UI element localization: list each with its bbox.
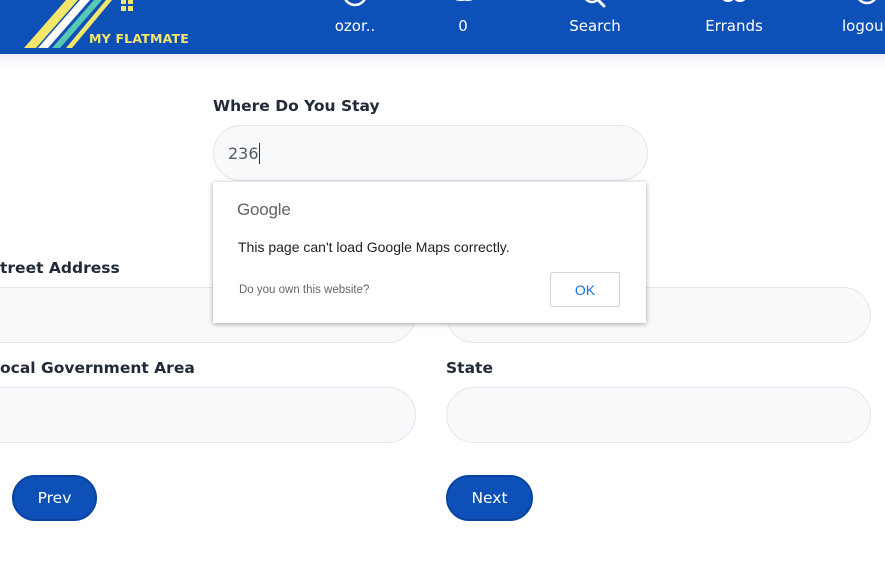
nav-search-label: Search — [569, 17, 621, 35]
google-logo: Google — [237, 200, 291, 219]
people-group-icon — [722, 0, 746, 2]
nav-profile-label: ozor.. — [334, 17, 376, 35]
google-maps-error-dialog: Google This page can't load Google Maps … — [213, 182, 646, 323]
nav-errands[interactable]: Errands — [700, 0, 768, 54]
google-maps-error-message: This page can't load Google Maps correct… — [238, 239, 510, 255]
nav-search[interactable]: Search — [564, 0, 626, 54]
where-do-you-stay-field[interactable] — [213, 125, 648, 181]
local-government-area-field[interactable] — [0, 387, 416, 443]
nav-logout[interactable]: logou — [842, 0, 885, 54]
where-do-you-stay-input[interactable] — [214, 126, 647, 180]
state-field[interactable] — [446, 387, 871, 443]
nav-messages-count: 0 — [458, 17, 468, 35]
nav-messages[interactable]: 0 — [448, 0, 478, 54]
text-caret — [259, 143, 260, 164]
state-label: State — [446, 359, 493, 377]
power-icon — [858, 0, 876, 5]
ok-button[interactable]: OK — [550, 272, 620, 307]
user-circle-icon — [344, 0, 366, 7]
where-do-you-stay-label: Where Do You Stay — [213, 97, 380, 115]
nav-errands-label: Errands — [705, 17, 763, 35]
own-website-link[interactable]: Do you own this website? — [239, 284, 369, 296]
nav-logout-label: logou — [842, 17, 884, 35]
local-government-area-label: ocal Government Area — [0, 359, 195, 377]
brand-name: MY FLATMATE — [89, 31, 189, 46]
search-icon — [584, 0, 606, 8]
chat-bubbles-icon — [455, 0, 473, 1]
prev-button[interactable]: Prev — [12, 475, 97, 521]
top-navigation-bar: MY FLATMATE ozor.. 0 Search Errands logo… — [0, 0, 885, 54]
nav-profile[interactable]: ozor.. — [326, 0, 384, 54]
header-shadow — [0, 54, 885, 68]
next-button[interactable]: Next — [446, 475, 533, 521]
street-address-label: treet Address — [0, 259, 120, 277]
